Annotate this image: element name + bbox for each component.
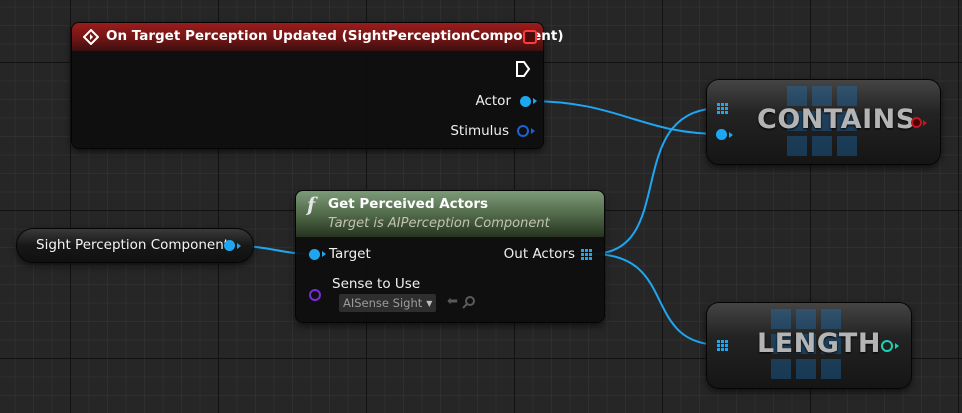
array-pin-icon[interactable] <box>717 340 728 351</box>
length-node[interactable]: LENGTH <box>707 303 911 388</box>
length-title: LENGTH <box>757 328 881 359</box>
get-node-header[interactable]: f Get Perceived Actors Target is AIPerce… <box>296 191 604 237</box>
struct-pin-icon[interactable] <box>517 125 535 137</box>
event-node-title: On Target Perception Updated (SightPerce… <box>106 28 564 44</box>
wire-array-to-length <box>591 253 722 346</box>
target-pin-label: Target <box>329 246 371 262</box>
event-node-on-target-perception-updated[interactable]: On Target Perception Updated (SightPerce… <box>72 23 564 148</box>
out-actors-output-pin[interactable]: Out Actors <box>504 244 592 264</box>
sense-dropdown-value: AISense Sight <box>343 296 423 310</box>
sense-to-use-label-row: Sense to Use <box>332 274 420 294</box>
out-actors-label: Out Actors <box>503 246 575 262</box>
contains-node[interactable]: CONTAINS <box>707 80 940 164</box>
wire-array-to-contains <box>591 107 722 255</box>
object-pin-icon[interactable] <box>520 95 537 107</box>
event-diamond-icon <box>83 29 99 45</box>
use-selected-arrow-icon[interactable]: ⬅ <box>447 294 458 309</box>
get-node-title: Get Perceived Actors <box>328 196 489 212</box>
exec-output-pin-icon[interactable] <box>515 60 531 78</box>
function-icon: f <box>307 194 316 216</box>
array-pin-icon[interactable] <box>581 248 592 260</box>
sight-node-label: Sight Perception Component <box>36 237 230 253</box>
actor-pin-label: Actor <box>475 93 511 109</box>
event-delegate-pin[interactable] <box>523 30 537 44</box>
array-pin-icon[interactable] <box>717 103 728 114</box>
stimulus-output-pin[interactable]: Stimulus <box>450 121 535 141</box>
actor-output-pin[interactable]: Actor <box>475 91 537 111</box>
get-node-subtitle: Target is AIPerception Component <box>328 216 550 231</box>
chevron-down-icon: ▼ <box>426 298 433 308</box>
wire-actor-to-contains <box>527 100 722 135</box>
object-pin-icon[interactable] <box>224 240 241 251</box>
contains-title: CONTAINS <box>757 104 916 135</box>
target-input-pin[interactable]: Target <box>309 244 371 264</box>
sight-perception-component-node[interactable]: Sight Perception Component <box>17 229 253 262</box>
object-pin-icon[interactable] <box>309 248 326 260</box>
sense-pin-label: Sense to Use <box>332 276 421 292</box>
int-pin-icon[interactable] <box>881 340 899 352</box>
event-node-header[interactable]: On Target Perception Updated (SightPerce… <box>72 23 564 51</box>
browse-search-icon[interactable] <box>462 295 476 309</box>
class-pin-icon[interactable] <box>309 289 321 301</box>
sense-to-use-dropdown[interactable]: AISense Sight ▼ <box>339 294 437 312</box>
bool-pin-icon[interactable] <box>911 117 927 128</box>
object-pin-icon[interactable] <box>716 129 733 140</box>
stimulus-pin-label: Stimulus <box>450 123 509 139</box>
